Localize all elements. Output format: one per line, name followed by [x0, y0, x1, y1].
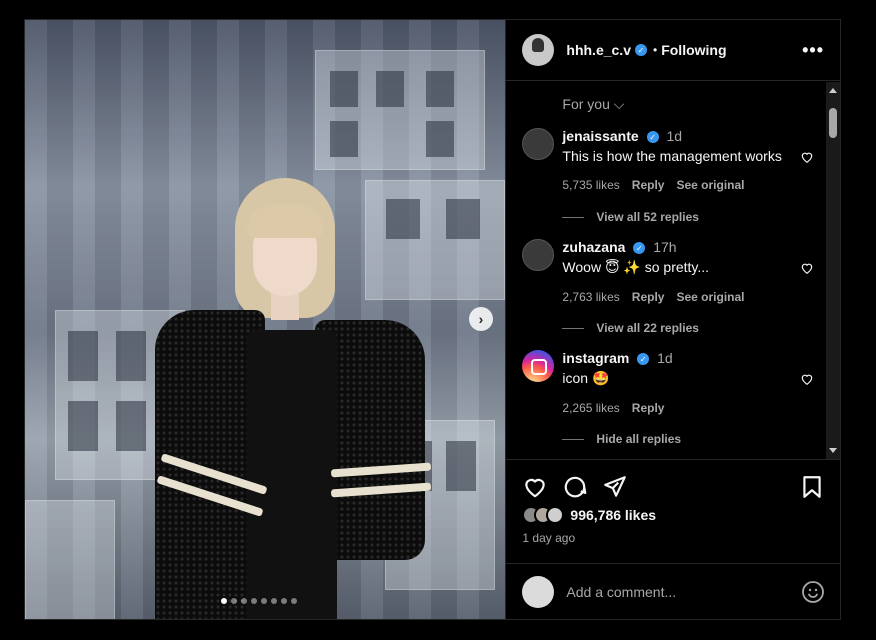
- post-header: hhh.e_c.v ✓ • Following •••: [506, 20, 840, 81]
- likes-count[interactable]: 996,786 likes: [570, 507, 656, 523]
- reply-button[interactable]: Reply: [632, 290, 665, 304]
- carousel-dot[interactable]: [291, 598, 297, 604]
- verified-badge-icon: ✓: [633, 242, 646, 255]
- current-user-avatar: [522, 575, 555, 608]
- carousel-dot[interactable]: [221, 598, 227, 604]
- author-avatar[interactable]: [522, 34, 555, 66]
- heart-icon[interactable]: [522, 474, 548, 500]
- comment-text: This is how the management works: [562, 148, 782, 164]
- commenter-username[interactable]: zuhazana: [562, 239, 625, 255]
- see-original-button[interactable]: See original: [676, 178, 744, 192]
- reply-button[interactable]: Reply: [632, 178, 665, 192]
- comment-time: 17h: [653, 239, 677, 255]
- add-comment-input[interactable]: [566, 583, 802, 600]
- post-image[interactable]: ›: [25, 20, 506, 619]
- commenter-username[interactable]: jenaissante: [562, 128, 638, 144]
- comment-text: icon 🤩: [562, 370, 610, 386]
- replies-label[interactable]: Hide all replies: [596, 432, 681, 446]
- instagram-logo-avatar[interactable]: [522, 350, 555, 382]
- background-building: [25, 500, 115, 619]
- more-options-icon[interactable]: •••: [802, 40, 824, 61]
- scroll-down-arrow-icon[interactable]: [829, 448, 837, 453]
- comment-like-heart-icon[interactable]: [800, 261, 814, 275]
- carousel-dots: [221, 598, 297, 604]
- replies-label[interactable]: View all 22 replies: [596, 321, 699, 335]
- see-original-button[interactable]: See original: [676, 290, 744, 304]
- comment-likes[interactable]: 2,763 likes: [562, 290, 619, 304]
- scrollbar-thumb[interactable]: [829, 108, 837, 138]
- post-modal: › hhh.e_c.v ✓ • Following ••• For you ⌵ …: [24, 19, 842, 620]
- carousel-dot[interactable]: [251, 598, 257, 604]
- comment-icon[interactable]: [562, 474, 588, 500]
- comment-like-heart-icon[interactable]: [800, 150, 814, 164]
- post-time[interactable]: 1 day ago: [522, 531, 575, 545]
- likes-summary[interactable]: 996,786 likes: [522, 506, 656, 524]
- scroll-up-arrow-icon[interactable]: [829, 88, 837, 93]
- author-username[interactable]: hhh.e_c.v: [566, 42, 631, 58]
- sort-dropdown[interactable]: For you ⌵: [562, 96, 624, 113]
- comment-text: Woow 😇 ✨ so pretty...: [562, 259, 710, 275]
- share-icon[interactable]: [602, 474, 628, 500]
- post-sidebar: hhh.e_c.v ✓ • Following ••• For you ⌵ je…: [505, 20, 842, 619]
- background-building: [315, 50, 485, 170]
- comment-like-heart-icon[interactable]: [800, 372, 814, 386]
- comment-composer: [506, 563, 842, 619]
- carousel-dot[interactable]: [271, 598, 277, 604]
- separator: •: [653, 43, 658, 57]
- following-button[interactable]: Following: [661, 42, 726, 58]
- replies-label[interactable]: View all 52 replies: [596, 210, 699, 224]
- carousel-dot[interactable]: [231, 598, 237, 604]
- view-replies-button[interactable]: View all 52 replies: [562, 210, 699, 224]
- model-figure: [125, 170, 455, 619]
- comment-time: 1d: [666, 128, 683, 144]
- carousel-dot[interactable]: [241, 598, 247, 604]
- verified-badge-icon: ✓: [646, 131, 659, 144]
- commenter-avatar[interactable]: [522, 239, 555, 271]
- reply-button[interactable]: Reply: [632, 401, 665, 415]
- hide-replies-button[interactable]: Hide all replies: [562, 432, 681, 446]
- bookmark-icon[interactable]: [799, 474, 825, 500]
- next-image-button[interactable]: ›: [469, 307, 493, 331]
- commenter-username[interactable]: instagram: [562, 350, 629, 366]
- post-actions: 996,786 likes 1 day ago: [506, 459, 842, 569]
- liker-avatar: [546, 506, 565, 524]
- comment-likes[interactable]: 2,265 likes: [562, 401, 619, 415]
- commenter-avatar[interactable]: [522, 128, 555, 160]
- carousel-dot[interactable]: [261, 598, 267, 604]
- comment-time: 1d: [657, 350, 673, 366]
- view-replies-button[interactable]: View all 22 replies: [562, 321, 699, 335]
- comment-likes[interactable]: 5,735 likes: [562, 178, 619, 192]
- verified-badge-icon: ✓: [637, 353, 650, 366]
- comments-scrollbar[interactable]: [826, 82, 840, 459]
- comments-list[interactable]: For you ⌵ jenaissante ✓ 1d This is how t…: [506, 82, 827, 459]
- carousel-dot[interactable]: [281, 598, 287, 604]
- verified-badge-icon: ✓: [635, 44, 647, 56]
- smiley-icon[interactable]: [801, 580, 825, 604]
